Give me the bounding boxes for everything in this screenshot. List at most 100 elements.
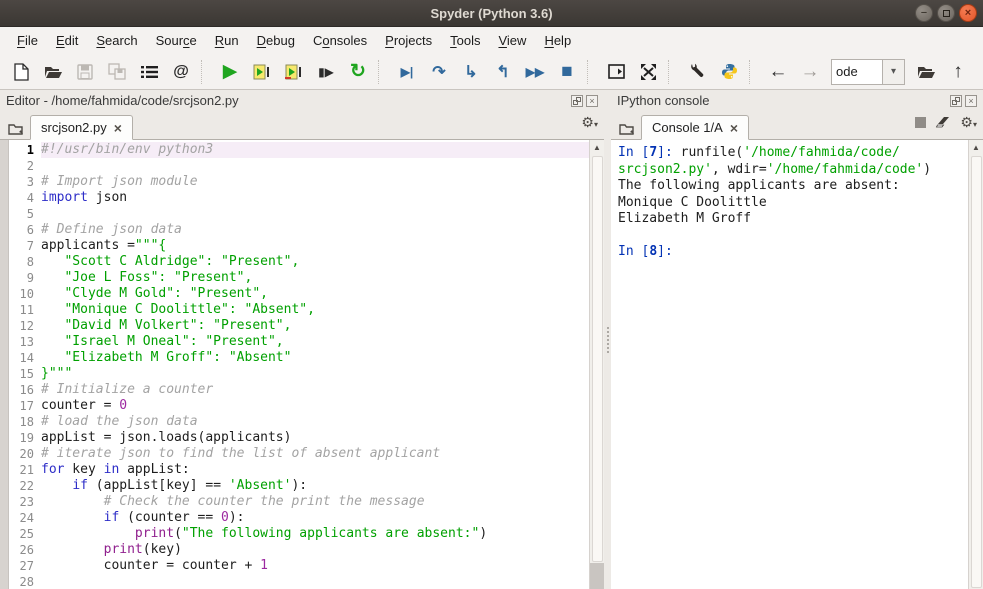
editor-tab-label: srcjson2.py (41, 120, 107, 135)
menubar: File Edit Search Source Run Debug Consoles Proj… (0, 27, 983, 54)
editor-scrollbar[interactable]: ▲ (589, 140, 604, 589)
maximize-icon (942, 9, 950, 17)
code-line: 28 (9, 574, 589, 589)
run-cell-button[interactable] (247, 58, 277, 86)
line-number: 4 (26, 191, 34, 205)
console-scrollbar[interactable]: ▲ (968, 140, 983, 589)
fullscreen-button[interactable] (633, 58, 663, 86)
parent-directory-button[interactable]: ↑ (943, 58, 973, 86)
step-return-button[interactable]: ↰ (488, 58, 518, 86)
console-scrollbar-thumb[interactable] (970, 156, 982, 588)
step-over-button[interactable]: ↷ (424, 58, 454, 86)
console-line: Elizabeth M Groff (618, 211, 752, 226)
editor-pane-title: Editor - /home/fahmida/code/srcjson2.py (6, 93, 239, 108)
console-options-gear-icon[interactable]: ⚙▾ (960, 115, 977, 129)
python-path-button[interactable] (714, 58, 744, 86)
line-number: 24 (19, 511, 34, 525)
code-line: 9 "Joe L Foss": "Present", (9, 270, 589, 286)
code-line: 4 import json (9, 190, 589, 206)
menu-run[interactable]: Run (206, 29, 248, 52)
python-logo-icon (721, 64, 737, 79)
menu-source[interactable]: Source (147, 29, 206, 52)
console-tab-close-icon[interactable]: × (730, 120, 738, 136)
menu-tools[interactable]: Tools (441, 29, 489, 52)
save-all-button[interactable] (102, 58, 132, 86)
code-line: 12 "David M Volkert": "Present", (9, 318, 589, 334)
editor-tab[interactable]: srcjson2.py × (30, 115, 133, 140)
fullscreen-icon (640, 63, 656, 80)
toolbar: @ ▶ ▮▶ ↻ ▶| ↷ ↳ ↰ ▶▶ ■ ← → ode ▾ ↑ (0, 54, 983, 90)
back-button[interactable]: ← (763, 58, 793, 86)
editor-tab-close-icon[interactable]: × (114, 120, 122, 136)
minimize-button[interactable]: − (915, 4, 933, 22)
line-number: 7 (26, 239, 34, 253)
open-folder-icon (917, 67, 935, 78)
run-selection-button[interactable]: ▮▶ (311, 58, 341, 86)
menu-edit[interactable]: Edit (47, 29, 87, 52)
symbol-finder-button[interactable]: @ (166, 58, 196, 86)
code-area[interactable]: 1 #!/usr/bin/env python3 2 3 # Import json m… (9, 140, 589, 589)
undock-pane-icon[interactable] (950, 94, 962, 107)
line-number: 16 (19, 383, 34, 397)
maximize-pane-button[interactable] (601, 58, 631, 86)
working-directory-value[interactable]: ode (832, 60, 882, 84)
code-line: 25 print("The following applicants are a… (9, 526, 589, 542)
line-number: 3 (26, 175, 34, 189)
menu-projects[interactable]: Projects (376, 29, 441, 52)
code-line: 27 counter = counter + 1 (9, 558, 589, 574)
browse-tabs-button[interactable] (615, 117, 639, 139)
code-line: 20 # iterate json to find the list of abs… (9, 446, 589, 462)
line-number: 22 (19, 479, 34, 493)
menu-consoles[interactable]: Consoles (304, 29, 376, 52)
file-switcher-button[interactable] (134, 58, 164, 86)
working-directory-combo[interactable]: ode ▾ (831, 58, 905, 85)
maximize-button[interactable] (937, 4, 955, 22)
line-number: 28 (19, 575, 34, 589)
pane-splitter[interactable] (604, 90, 611, 589)
continue-button[interactable]: ▶▶ (520, 58, 550, 86)
toolbar-separator (201, 59, 210, 84)
line-number: 18 (19, 415, 34, 429)
code-line: 26 print(key) (9, 542, 589, 558)
open-file-button[interactable] (38, 58, 68, 86)
titlebar[interactable]: Spyder (Python 3.6) − × (0, 0, 983, 27)
run-cell-advance-button[interactable] (279, 58, 309, 86)
scroll-up-icon[interactable]: ▲ (590, 140, 604, 155)
new-file-button[interactable] (6, 58, 36, 86)
console-text[interactable]: In [7]: runfile('/home/fahmida/code/srcj… (611, 140, 968, 589)
open-working-directory-button[interactable] (911, 58, 941, 86)
browse-tabs-button[interactable] (4, 117, 28, 139)
console-pane: IPython console × Console 1/A × ⚙▾ In [7… (611, 90, 983, 589)
scroll-up-icon[interactable]: ▲ (969, 140, 983, 155)
menu-view[interactable]: View (489, 29, 535, 52)
editor-scrollbar-thumb[interactable] (591, 156, 603, 562)
code-line: 7 applicants ="""{ (9, 238, 589, 254)
line-number: 6 (26, 223, 34, 237)
preferences-button[interactable] (682, 58, 712, 86)
step-into-button[interactable]: ↳ (456, 58, 486, 86)
menu-file[interactable]: File (8, 29, 47, 52)
close-pane-icon[interactable]: × (965, 94, 977, 107)
debug-button[interactable]: ▶| (392, 58, 422, 86)
forward-button[interactable]: → (795, 58, 825, 86)
stop-button[interactable]: ■ (552, 58, 582, 86)
run-cell-advance-icon (285, 64, 301, 79)
menu-help[interactable]: Help (535, 29, 580, 52)
editor-options-gear-icon[interactable]: ⚙▾ (581, 115, 598, 129)
clear-console-icon[interactable] (935, 116, 951, 128)
console-line: Monique C Doolittle (618, 194, 767, 210)
combo-dropdown-button[interactable]: ▾ (882, 59, 904, 84)
menu-debug[interactable]: Debug (248, 29, 304, 52)
browse-tabs-icon (619, 123, 634, 135)
console-body: In [7]: runfile('/home/fahmida/code/srcj… (611, 140, 983, 589)
menu-search[interactable]: Search (87, 29, 146, 52)
close-pane-icon[interactable]: × (586, 94, 598, 107)
run-button[interactable]: ▶ (215, 58, 245, 86)
rerun-cell-button[interactable]: ↻ (343, 58, 373, 86)
close-button[interactable]: × (959, 4, 977, 22)
undock-pane-icon[interactable] (571, 94, 583, 107)
interrupt-kernel-icon[interactable] (915, 116, 927, 128)
toolbar-separator (749, 59, 758, 84)
save-button[interactable] (70, 58, 100, 86)
console-tab[interactable]: Console 1/A × (641, 115, 750, 140)
